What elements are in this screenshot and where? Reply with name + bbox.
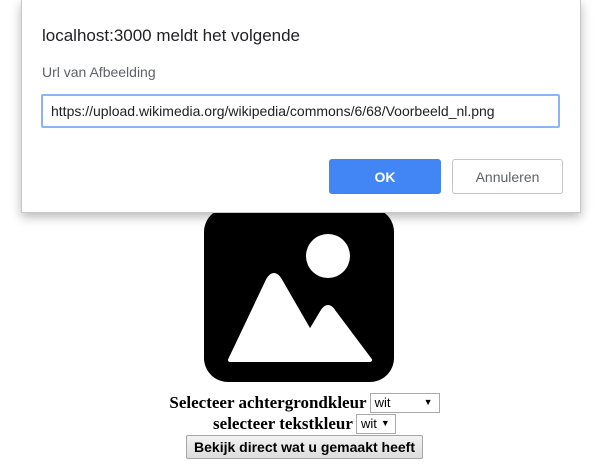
text-color-select[interactable]: wit ▼ <box>355 413 396 434</box>
dropdown-arrow-icon: ▼ <box>380 418 390 428</box>
ok-button[interactable]: OK <box>329 159 441 194</box>
dialog-title: localhost:3000 meldt het volgende <box>42 26 301 45</box>
cancel-button[interactable]: Annuleren <box>452 159 563 194</box>
text-color-value: wit <box>360 416 377 431</box>
prompt-dialog: localhost:3000 meldt het volgende Url va… <box>21 0 581 213</box>
dropdown-arrow-icon: ▼ <box>423 397 433 407</box>
image-placeholder-icon <box>204 208 394 382</box>
url-input[interactable] <box>41 94 560 128</box>
text-color-row: selecteer tekstkleur wit ▼ <box>0 413 609 434</box>
style-form: Selecteer achtergrondkleur wit ▼ selecte… <box>0 392 609 459</box>
background-color-select[interactable]: wit ▼ <box>369 392 440 413</box>
background-color-label: Selecteer achtergrondkleur <box>169 393 367 412</box>
preview-button[interactable]: Bekijk direct wat u gemaakt heeft <box>186 435 423 459</box>
text-color-label: selecteer tekstkleur <box>213 414 353 433</box>
background-color-value: wit <box>374 395 391 410</box>
dialog-message: Url van Afbeelding <box>42 64 156 80</box>
preview-row: Bekijk direct wat u gemaakt heeft <box>0 435 609 459</box>
background-color-row: Selecteer achtergrondkleur wit ▼ <box>0 392 609 413</box>
image-icon-graphic <box>204 208 394 382</box>
